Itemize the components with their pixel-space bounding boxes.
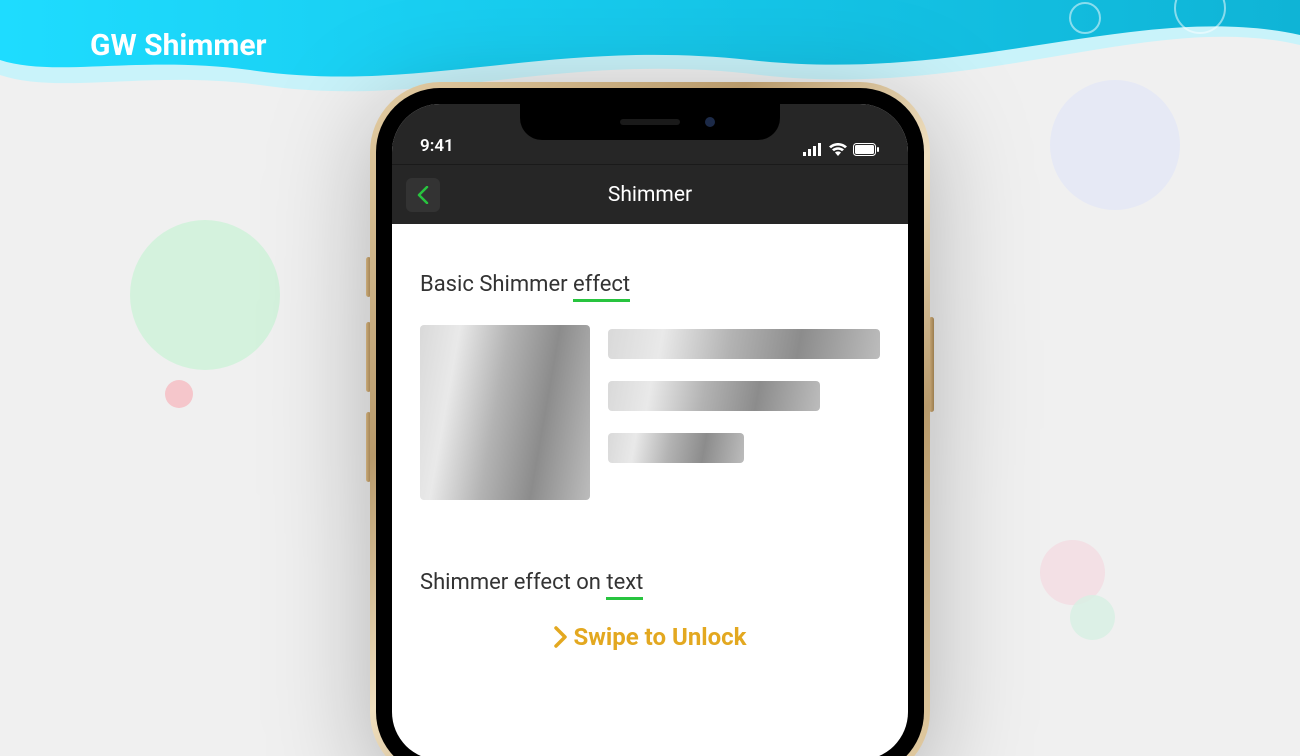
swipe-to-unlock[interactable]: Swipe to Unlock	[420, 623, 880, 651]
nav-title: Shimmer	[608, 183, 692, 207]
screen-content: Basic Shimmer effect Shimmer effect on t…	[392, 224, 908, 651]
shimmer-placeholder-group	[420, 325, 880, 500]
bg-circle	[165, 380, 193, 408]
shimmer-line	[608, 433, 744, 463]
bg-circle	[1070, 595, 1115, 640]
shimmer-box	[420, 325, 590, 500]
chevron-left-icon	[417, 186, 429, 204]
chevron-right-icon	[554, 626, 568, 648]
wifi-icon	[829, 143, 847, 156]
shimmer-line	[608, 329, 880, 359]
bg-circle	[130, 220, 280, 370]
section-title-underline: text	[606, 570, 643, 600]
cellular-icon	[803, 143, 823, 156]
section-title-text: Shimmer effect on text	[420, 570, 880, 595]
battery-icon	[853, 143, 880, 156]
section-title-text: Basic Shimmer	[420, 272, 573, 297]
section-title-text: Shimmer effect on	[420, 570, 606, 595]
section-title-underline: effect	[573, 272, 630, 302]
page-title: GW Shimmer	[90, 28, 267, 63]
back-button[interactable]	[406, 178, 440, 212]
section-title-basic: Basic Shimmer effect	[420, 272, 880, 297]
phone-notch	[520, 104, 780, 140]
shimmer-line	[608, 381, 820, 411]
phone-mockup: 9:41 Shimmer B	[370, 82, 930, 756]
nav-bar: Shimmer	[392, 164, 908, 224]
status-time: 9:41	[420, 136, 454, 156]
swipe-label: Swipe to Unlock	[574, 623, 747, 651]
